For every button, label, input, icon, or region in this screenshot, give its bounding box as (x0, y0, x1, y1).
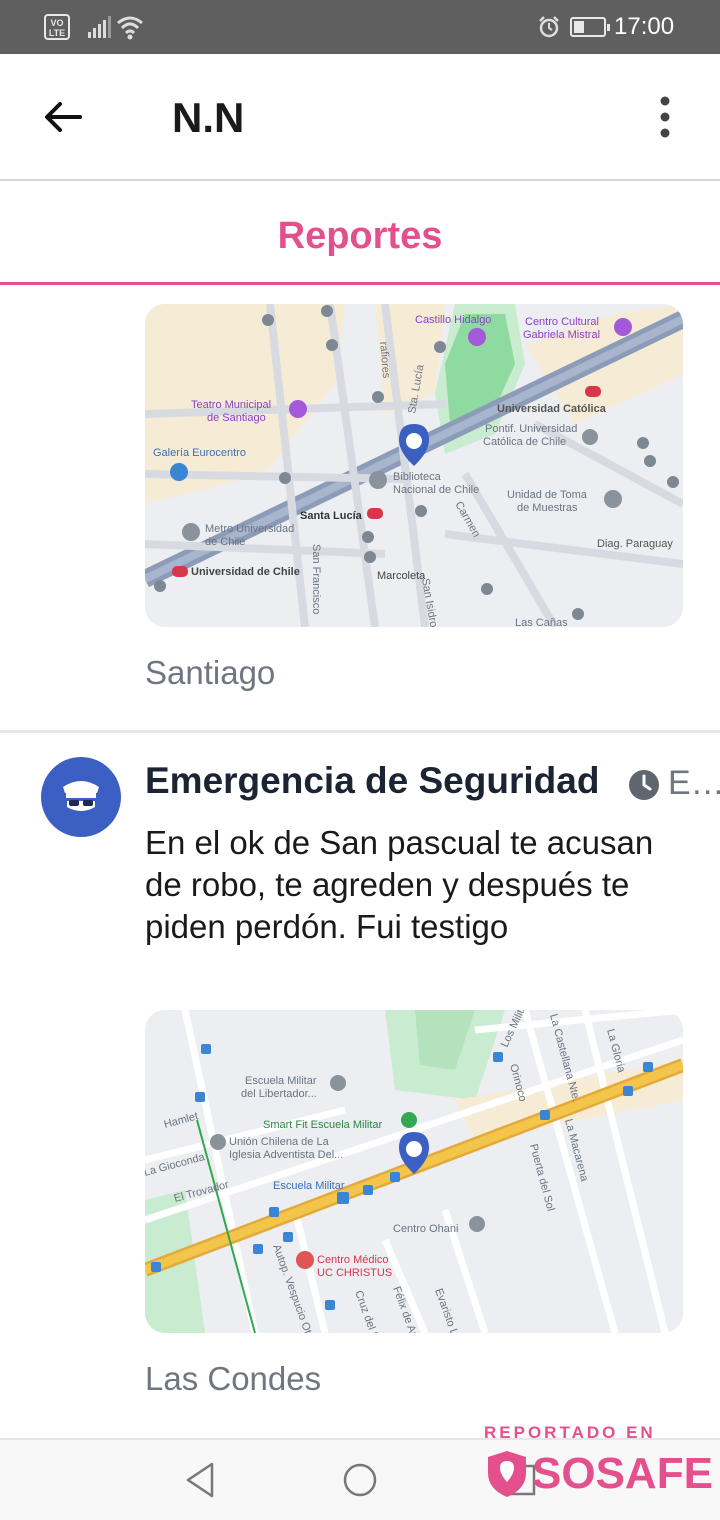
map-label: San Francisco (310, 544, 322, 614)
brand-name: SOSAFE (532, 1449, 713, 1498)
reported-in-label: REPORTADO EN (484, 1423, 656, 1442)
map-label: Centro Cultural (525, 316, 599, 328)
sosafe-brand: REPORTADO EN SOSAFE (484, 1423, 714, 1513)
report-map-las-condes[interactable]: Escuela Militar del Libertador... Smart … (145, 1010, 683, 1333)
page-title: N.N (172, 94, 245, 141)
map-label: Teatro Municipal (191, 399, 271, 411)
map-label: Escuela Militar (245, 1075, 317, 1087)
status-bar: VO LTE 17:00 (0, 0, 720, 54)
map-label: de Santiago (207, 412, 266, 424)
tab-bar: Reportes (0, 181, 720, 285)
wifi-icon (117, 16, 143, 40)
map-label: Iglesia Adventista Del... (229, 1149, 343, 1161)
map-label: Castillo Hidalgo (415, 314, 491, 326)
map-label: Unión Chilena de La (229, 1136, 330, 1148)
alarm-icon (539, 16, 559, 38)
map-label: Marcoleta (377, 570, 426, 582)
map-label: Católica de Chile (483, 436, 566, 448)
map-label: Pontif. Universidad (485, 423, 577, 435)
map-label: de Muestras (517, 502, 578, 514)
battery-icon (570, 17, 610, 37)
avatar[interactable] (41, 757, 121, 837)
nav-back-icon[interactable] (184, 1460, 216, 1500)
status-time: 17:00 (614, 13, 675, 40)
tab-reportes[interactable]: Reportes (0, 215, 720, 258)
signal-icon (88, 16, 111, 38)
map-label: del Libertador... (241, 1088, 317, 1100)
police-officer-icon (63, 781, 99, 811)
clock-icon (629, 770, 659, 800)
app-bar: N.N (0, 54, 720, 181)
nav-home-icon[interactable] (342, 1460, 378, 1500)
map-label: Nacional de Chile (393, 484, 479, 496)
map-label: Unidad de Toma (507, 489, 588, 501)
map-santiago: Castillo Hidalgo Centro Cultural Gabriel… (145, 304, 683, 627)
report-body: En el ok de San pascual te acusan de rob… (145, 824, 654, 945)
back-arrow-icon[interactable] (40, 94, 86, 140)
map-label: Universidad Católica (497, 403, 607, 415)
map-label: UC CHRISTUS (317, 1267, 392, 1279)
report-title: Emergencia de Seguridad (145, 760, 600, 801)
report-map-santiago[interactable]: Castillo Hidalgo Centro Cultural Gabriel… (145, 304, 683, 627)
report-time: E… (668, 764, 720, 802)
report-location: Santiago (145, 654, 276, 691)
map-label: Universidad de Chile (191, 566, 300, 578)
map-label: Centro Ohani (393, 1223, 458, 1235)
report-location: Las Condes (145, 1360, 322, 1397)
map-label: Smart Fit Escuela Militar (263, 1119, 383, 1131)
map-las-condes: Escuela Militar del Libertador... Smart … (145, 1010, 683, 1333)
map-label: Santa Lucía (300, 510, 363, 522)
map-label: Gabriela Mistral (523, 329, 600, 341)
map-label: de Chile (205, 536, 245, 548)
map-label: Diag. Paraguay (597, 538, 673, 550)
map-label: Escuela Militar (273, 1180, 345, 1192)
more-options-icon[interactable] (650, 94, 680, 140)
map-label: Biblioteca (393, 471, 442, 483)
volte-icon: VO LTE (44, 14, 70, 40)
map-label: Las Cañas (515, 617, 568, 627)
map-label: Centro Médico (317, 1254, 389, 1266)
divider (0, 730, 720, 733)
sosafe-shield-icon (488, 1451, 526, 1497)
map-label: Metro Universidad (205, 523, 294, 535)
map-label: Galería Eurocentro (153, 447, 246, 459)
